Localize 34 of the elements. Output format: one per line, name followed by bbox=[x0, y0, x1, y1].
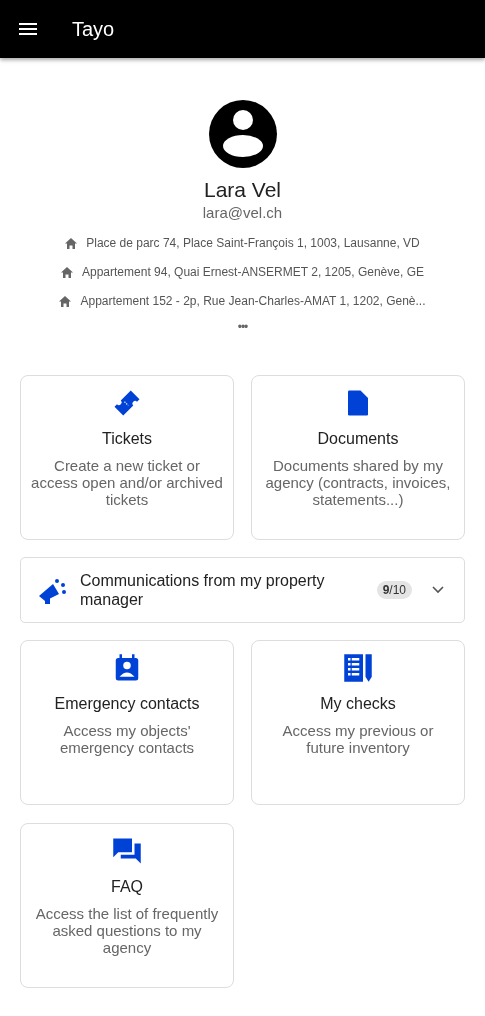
card-title: FAQ bbox=[111, 878, 143, 896]
more-button[interactable]: ••• bbox=[235, 320, 250, 334]
address-text: Appartement 94, Quai Ernest-ANSERMET 2, 1205, Genève, GE bbox=[82, 265, 424, 279]
menu-card[interactable]: FAQ Access the list of frequently asked questions to my agency bbox=[20, 823, 234, 988]
user-name: Lara Vel bbox=[203, 178, 282, 202]
home-icon bbox=[59, 295, 72, 307]
card-title: Tickets bbox=[101, 430, 153, 448]
count-badge: 9/10 bbox=[376, 581, 412, 599]
menu-card[interactable]: My checks Access my previous or future inventory bbox=[251, 640, 465, 805]
card-description: Create a new ticket or access open and/or archived tickets bbox=[31, 457, 223, 508]
menu-card[interactable]: Tickets Create a new ticket or access open and/or archived tickets bbox=[20, 375, 234, 540]
card-title: My checks bbox=[320, 695, 396, 713]
home-icon bbox=[65, 237, 78, 249]
card-description: Documents shared by my agency (contracts, invoices, statements...) bbox=[264, 457, 452, 508]
avatar-icon bbox=[208, 100, 277, 168]
address-text: Appartement 152 - 2p, Rue Jean-Charles-AMAT 1, 1202, Genè... bbox=[80, 294, 426, 308]
address-text: Place de parc 74, Place Saint-François 1, 1003, Lausanne, VD bbox=[86, 236, 420, 250]
card-title: Documents bbox=[317, 430, 399, 448]
chat-icon bbox=[112, 836, 142, 866]
card-title: Emergency contacts bbox=[54, 695, 200, 713]
card-description: Access my previous or future inventory bbox=[281, 722, 435, 756]
menu-card[interactable]: Emergency contacts Access my objects' emergency contacts bbox=[20, 640, 234, 805]
communications-label: Communications from my property manager bbox=[80, 571, 326, 609]
communications-panel[interactable]: Communications from my property manager 9/10 bbox=[20, 557, 465, 623]
menu-icon[interactable] bbox=[19, 23, 37, 35]
user-email: lara@vel.ch bbox=[202, 204, 283, 221]
menu-card[interactable]: Documents Documents shared by my agency (contracts, invoices, statements...) bbox=[251, 375, 465, 540]
card-description: Access my objects' emergency contacts bbox=[58, 722, 196, 756]
card-description: Access the list of frequently asked questions to my agency bbox=[34, 905, 220, 956]
app-title: Tayo bbox=[72, 17, 115, 41]
megaphone-icon bbox=[37, 576, 67, 604]
checklist-icon bbox=[343, 653, 373, 683]
ticket-icon bbox=[112, 388, 142, 418]
home-icon bbox=[61, 266, 73, 278]
